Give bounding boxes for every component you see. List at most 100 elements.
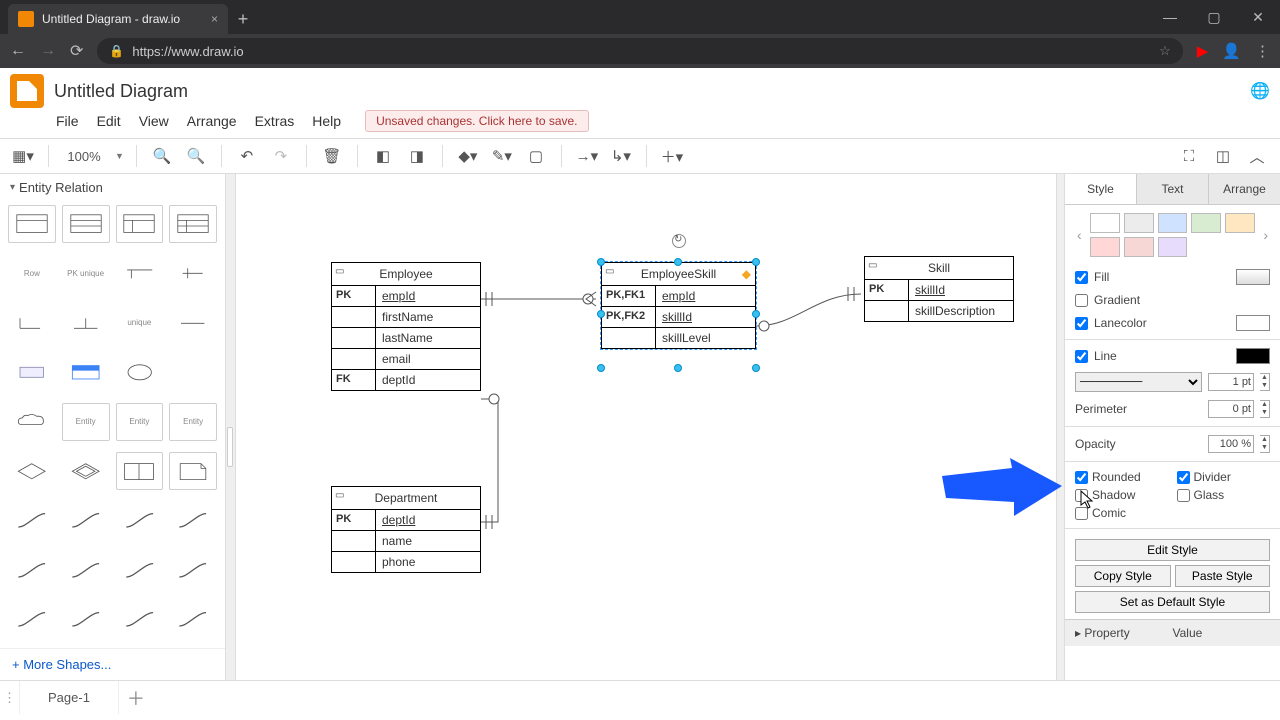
rounded-checkbox[interactable] [1075,471,1088,484]
shape-row[interactable]: Row [8,254,56,292]
shape-table-4[interactable] [169,205,217,243]
shape-row-4[interactable] [169,254,217,292]
canvas[interactable]: ▭Employee PKempId firstName lastName ema… [226,174,1064,680]
window-close-icon[interactable]: ✕ [1236,0,1280,34]
shape-conn-1[interactable] [8,502,56,540]
shape-attribute-ellipse[interactable] [116,353,164,391]
shape-weak-relation[interactable] [62,452,110,490]
swatch-prev-icon[interactable]: ‹ [1075,227,1084,243]
selection-handle[interactable] [674,364,682,372]
shape-conn-7[interactable] [116,551,164,589]
language-globe-icon[interactable]: 🌐 [1250,81,1270,101]
line-width-stepper[interactable]: ▲▼ [1260,373,1270,391]
zoom-level[interactable]: 100% [61,149,107,164]
shape-note[interactable] [169,452,217,490]
entity-employee[interactable]: ▭Employee PKempId firstName lastName ema… [331,262,481,391]
line-width-field[interactable]: 1 pt [1208,373,1254,391]
shape-row-5[interactable] [8,304,56,342]
shape-conn-4[interactable] [169,502,217,540]
shape-entity-blue[interactable] [62,353,110,391]
set-default-style-button[interactable]: Set as Default Style [1075,591,1270,613]
shadow-tool-icon[interactable]: ▢ [523,143,549,169]
shape-cloud[interactable] [8,403,56,441]
opacity-stepper[interactable]: ▲▼ [1260,435,1270,453]
shape-conn-2[interactable] [62,502,110,540]
swatch[interactable] [1158,213,1188,233]
opacity-field[interactable]: 100 % [1208,435,1254,453]
view-mode-icon[interactable]: ▦▾ [10,143,36,169]
shape-conn-6[interactable] [62,551,110,589]
address-bar[interactable]: 🔒 https://www.draw.io ☆ [97,38,1182,64]
swatch[interactable] [1158,237,1188,257]
tab-text[interactable]: Text [1137,174,1209,204]
selection-handle[interactable] [752,310,760,318]
fill-color-icon[interactable]: ◆▾ [455,143,481,169]
shape-conn-5[interactable] [8,551,56,589]
shape-conn-3[interactable] [116,502,164,540]
entity-skill[interactable]: ▭Skill PKskillId skillDescription [864,256,1014,322]
shape-table-2[interactable] [62,205,110,243]
selection-handle[interactable] [597,310,605,318]
window-minimize-icon[interactable]: — [1148,0,1192,34]
comic-checkbox[interactable] [1075,507,1088,520]
connection-icon[interactable]: →▾ [574,143,600,169]
nav-forward-icon[interactable]: → [40,42,56,60]
perimeter-stepper[interactable]: ▲▼ [1260,400,1270,418]
zoom-out-icon[interactable]: 🔍 [183,143,209,169]
delete-icon[interactable]: 🗑 [319,143,345,169]
zoom-in-icon[interactable]: 🔍 [149,143,175,169]
unsaved-warning[interactable]: Unsaved changes. Click here to save. [365,110,588,132]
shape-row-6[interactable] [62,304,110,342]
entity-employeeskill[interactable]: ▭EmployeeSkill◆ PK,FK1empId PK,FK2skillI… [601,262,756,349]
page-tabs-menu-icon[interactable]: ⋮ [0,681,20,714]
browser-menu-icon[interactable]: ⋮ [1255,42,1270,60]
add-page-button[interactable]: ＋ [119,681,153,714]
swatch[interactable] [1225,213,1255,233]
collapse-right-icon[interactable]: ︿ [1244,143,1270,169]
fill-color-chip[interactable] [1236,269,1270,285]
swatch[interactable] [1124,237,1154,257]
swatch[interactable] [1124,213,1154,233]
line-checkbox[interactable] [1075,350,1088,363]
window-maximize-icon[interactable]: ▢ [1192,0,1236,34]
shape-row-pk[interactable]: PK unique [62,254,110,292]
shape-entity-split[interactable] [116,452,164,490]
new-tab-button[interactable]: + [228,4,258,34]
selection-handle[interactable] [674,258,682,266]
sidebar-collapse-handle[interactable] [227,427,233,467]
more-shapes-link[interactable]: + More Shapes... [0,648,225,680]
shape-conn-11[interactable] [116,601,164,639]
nav-back-icon[interactable]: ← [10,42,26,60]
line-style-select[interactable]: ──────── [1075,372,1202,392]
shape-entity-title[interactable] [8,353,56,391]
page-tab-1[interactable]: Page-1 [20,681,119,714]
swatch[interactable] [1090,237,1120,257]
undo-icon[interactable]: ↶ [234,143,260,169]
shape-table-1[interactable] [8,205,56,243]
menu-edit[interactable]: Edit [97,113,121,129]
lanecolor-chip[interactable] [1236,315,1270,331]
browser-tab[interactable]: Untitled Diagram - draw.io × [8,4,228,34]
tab-arrange[interactable]: Arrange [1209,174,1280,204]
shape-conn-10[interactable] [62,601,110,639]
nav-reload-icon[interactable]: ⟳ [70,41,83,61]
shape-conn-8[interactable] [169,551,217,589]
selection-handle[interactable] [752,364,760,372]
shape-entity-2[interactable]: Entity [116,403,164,441]
perimeter-field[interactable]: 0 pt [1208,400,1254,418]
menu-extras[interactable]: Extras [255,113,295,129]
redo-icon[interactable]: ↷ [268,143,294,169]
line-color-chip[interactable] [1236,348,1270,364]
tab-style[interactable]: Style [1065,174,1137,204]
selection-handle[interactable] [597,258,605,266]
shape-table-3[interactable] [116,205,164,243]
shape-conn-9[interactable] [8,601,56,639]
sidebar-section-title[interactable]: Entity Relation [0,174,225,201]
shadow-checkbox[interactable] [1075,489,1088,502]
menu-view[interactable]: View [139,113,169,129]
waypoint-icon[interactable]: ↳▾ [608,143,634,169]
fullscreen-icon[interactable]: ⛶ [1176,143,1202,169]
paste-style-button[interactable]: Paste Style [1175,565,1271,587]
format-panel-toggle-icon[interactable]: ◫ [1210,143,1236,169]
swatch[interactable] [1191,213,1221,233]
